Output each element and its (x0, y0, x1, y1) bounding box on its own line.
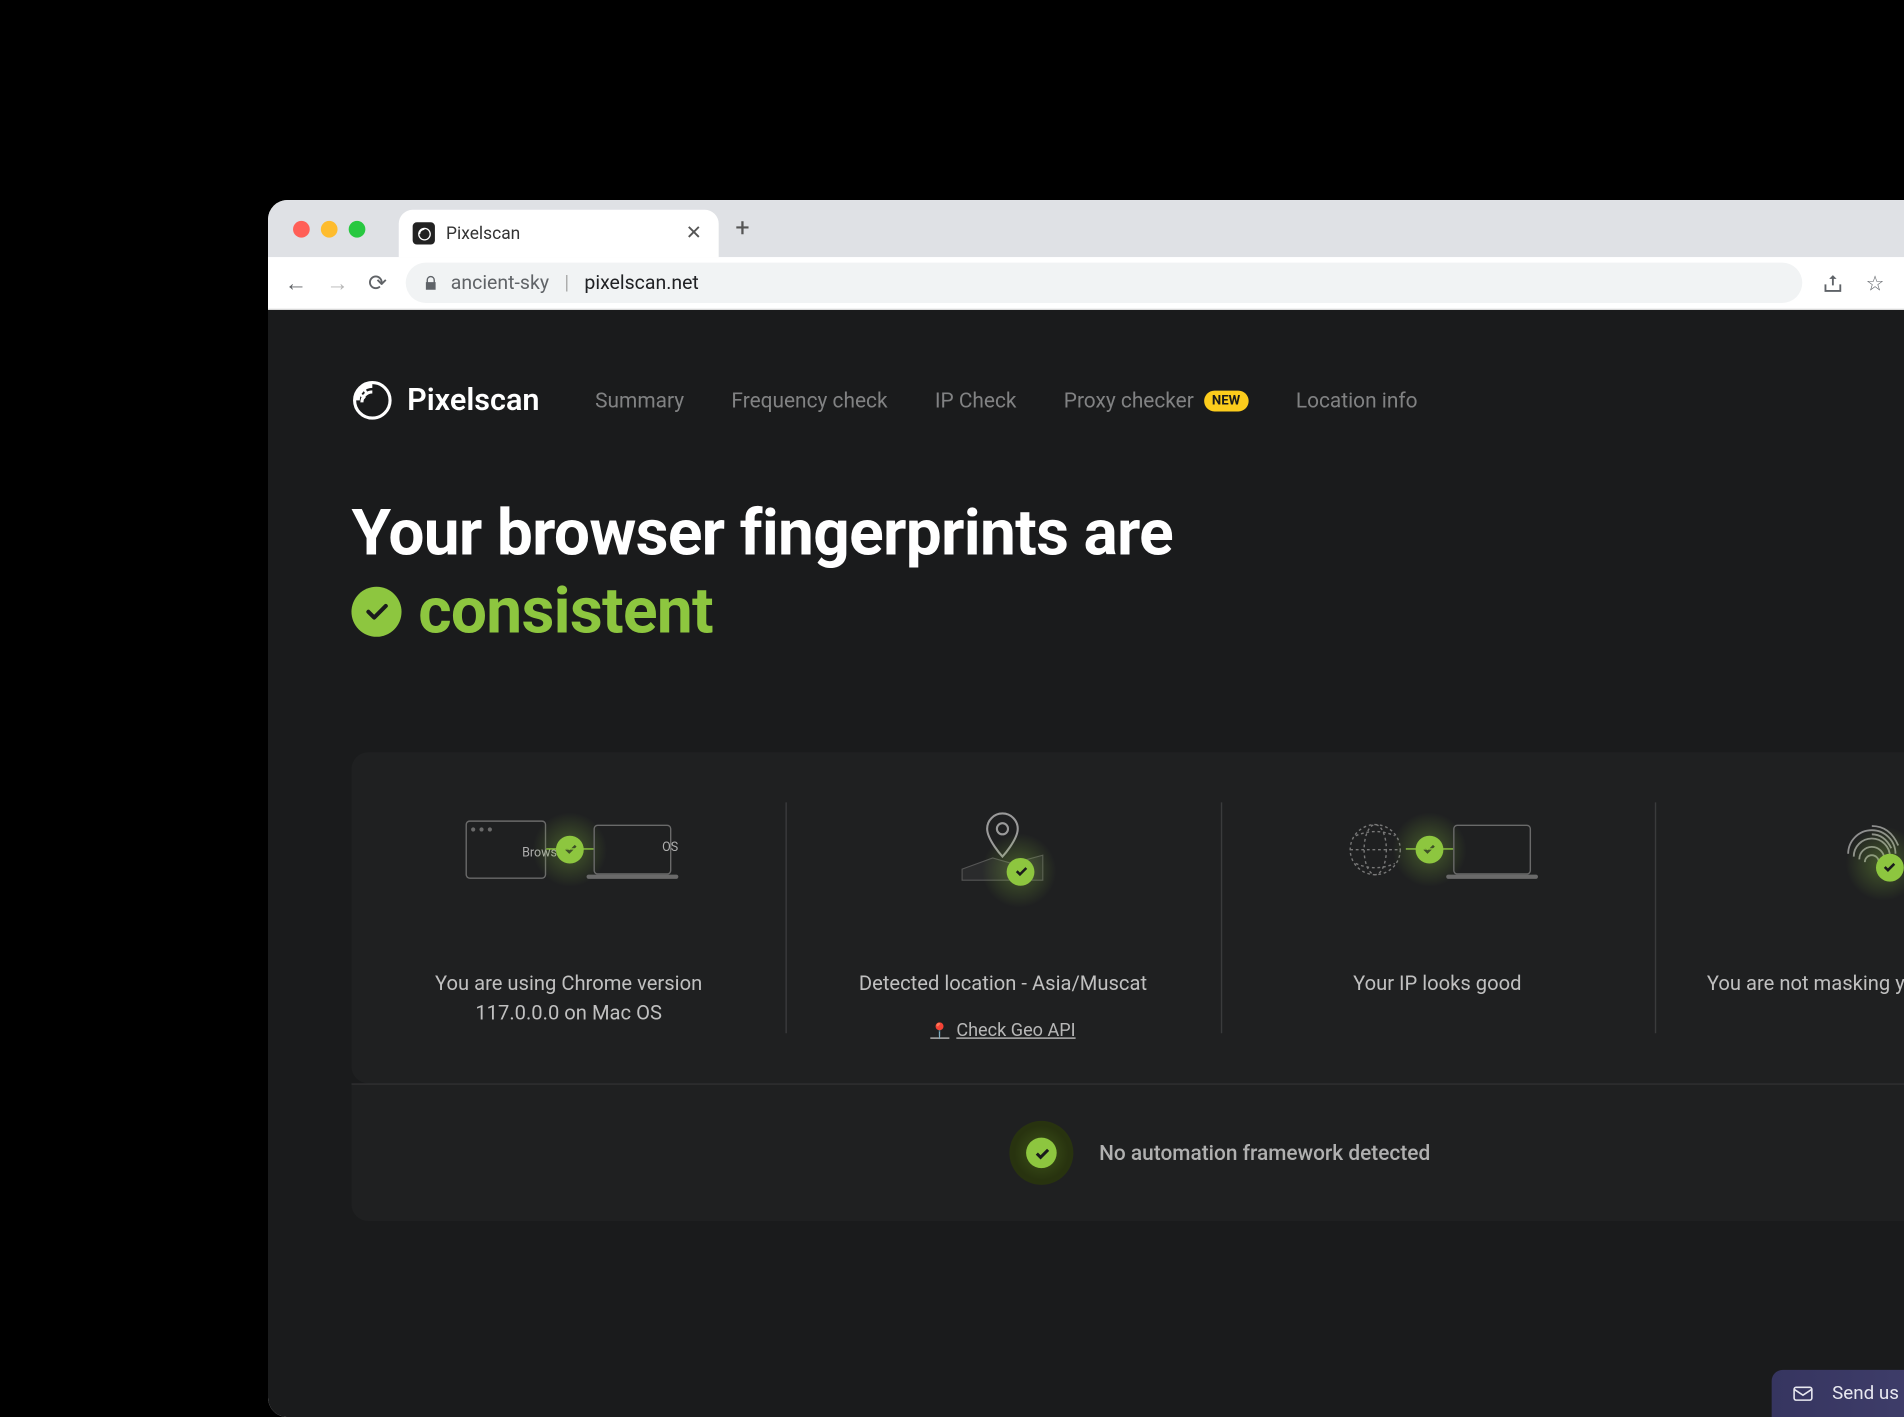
nav-proxy-label: Proxy checker (1063, 387, 1193, 412)
url-domain: pixelscan.net (584, 271, 698, 293)
nav-ip[interactable]: IP Check (934, 387, 1016, 412)
new-badge: NEW (1203, 389, 1248, 410)
hero-title: Your browser fingerprints are (351, 499, 1173, 571)
forward-button[interactable]: → (326, 268, 348, 296)
card-location: Detected location - Asia/Muscat 📍 Check … (785, 793, 1219, 1042)
card-fingerprint-text: You are not masking your fingerprint. (1706, 968, 1904, 998)
tab-title: Pixelscan (446, 222, 672, 243)
hero: Your browser fingerprints are consistent… (351, 499, 1904, 649)
card-ip: Your IP looks good (1220, 793, 1654, 1042)
card-ip-text: Your IP looks good (1353, 968, 1521, 998)
back-button[interactable]: ← (284, 268, 306, 296)
chat-widget[interactable]: Send us a message jivochat (1772, 1369, 1904, 1416)
lock-icon (422, 274, 439, 291)
check-geo-api-link[interactable]: 📍 Check Geo API (930, 1021, 1075, 1042)
status-word: consistent (418, 573, 713, 648)
new-tab-button[interactable]: + (735, 213, 749, 242)
automation-status: No automation framework detected (351, 1083, 1904, 1221)
automation-text: No automation framework detected (1099, 1140, 1430, 1165)
share-icon[interactable] (1821, 271, 1843, 293)
nav-frequency[interactable]: Frequency check (731, 387, 887, 412)
nav-summary[interactable]: Summary (595, 387, 684, 412)
pin-icon: 📍 (930, 1022, 949, 1040)
os-label: OS (632, 840, 707, 854)
toolbar: ← → ⟳ ancient-sky | pixelscan.net ☆ ⋮ (268, 257, 1904, 310)
chat-message: Send us a message (1832, 1382, 1904, 1404)
card-fingerprint: You are not masking your fingerprint. (1654, 793, 1904, 1042)
check-icon (1007, 857, 1035, 885)
nav-location[interactable]: Location info (1295, 387, 1417, 412)
address-bar[interactable]: ancient-sky | pixelscan.net (406, 262, 1801, 302)
window-minimize-button[interactable] (320, 220, 337, 237)
tab-favicon (412, 222, 434, 244)
window-close-button[interactable] (293, 220, 310, 237)
bookmark-icon[interactable]: ☆ (1865, 270, 1884, 295)
logo[interactable]: Pixelscan (351, 379, 539, 421)
card-browser-os-text: You are using Chrome version 117.0.0.0 o… (393, 968, 744, 1029)
status-check-icon (351, 586, 401, 636)
reload-button[interactable]: ⟳ (368, 268, 387, 296)
browser-window: Pixelscan ✕ + ⌄ ← → ⟳ ancient-sky | pixe… (268, 200, 1904, 1417)
window-maximize-button[interactable] (348, 220, 365, 237)
geo-link-label: Check Geo API (956, 1021, 1075, 1042)
automation-check-icon (1010, 1121, 1074, 1185)
laptop-icon (1452, 823, 1530, 873)
page-content: Our Manifest Pixelscan Summary (268, 309, 1904, 1416)
logo-icon (351, 379, 393, 421)
url-prefix: ancient-sky (450, 271, 548, 293)
check-icon (1875, 853, 1903, 881)
logo-text: Pixelscan (407, 382, 539, 417)
card-location-text: Detected location - Asia/Muscat (858, 968, 1146, 998)
tab-bar: Pixelscan ✕ + ⌄ (268, 200, 1904, 257)
main-nav: Summary Frequency check IP Check Proxy c… (595, 387, 1417, 412)
window-controls (293, 220, 365, 237)
nav-proxy[interactable]: Proxy checker NEW (1063, 387, 1248, 412)
summary-cards: Browser OS You are using (351, 751, 1904, 1083)
browser-tab[interactable]: Pixelscan ✕ (398, 209, 718, 256)
tab-close-icon[interactable]: ✕ (682, 219, 704, 247)
site-header: Pixelscan Summary Frequency check IP Che… (351, 309, 1904, 448)
chat-icon (1791, 1381, 1815, 1405)
card-browser-os: Browser OS You are using (351, 793, 785, 1042)
laptop-icon: OS (593, 823, 671, 873)
